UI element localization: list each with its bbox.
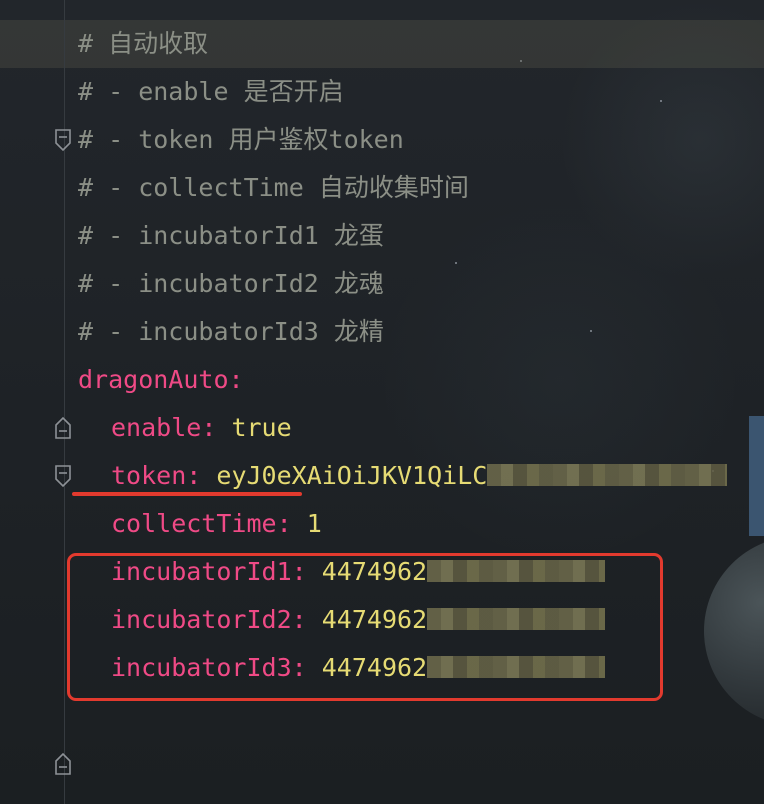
yaml-value-collect-time: 1 (306, 509, 322, 538)
comment-text: # - enable 是否开启 (78, 77, 344, 106)
code-line-comment[interactable]: # - incubatorId1 龙蛋 (0, 212, 764, 260)
yaml-colon: : (186, 461, 202, 490)
fold-open-icon[interactable] (54, 33, 72, 151)
code-editor[interactable]: # 自动收取 # - enable 是否开启 # - token 用户鉴权tok… (0, 0, 764, 804)
yaml-colon: : (228, 365, 244, 394)
red-box-annotation (67, 553, 663, 701)
fold-open-icon[interactable] (54, 369, 72, 487)
yaml-key-token: token (111, 461, 187, 490)
yaml-colon: : (276, 509, 292, 538)
comment-text: # 自动收取 (78, 29, 209, 58)
code-line-comment[interactable]: # - enable 是否开启 (0, 68, 764, 116)
yaml-root-key: dragonAuto (78, 365, 229, 394)
redacted-blur (487, 464, 728, 486)
code-line-comment[interactable]: # - collectTime 自动收集时间 (0, 164, 764, 212)
comment-text: # - incubatorId3 龙精 (78, 317, 384, 346)
yaml-value-enable: true (231, 413, 292, 442)
code-line-root-key[interactable]: dragonAuto: (0, 356, 764, 487)
code-line-comment[interactable]: # - incubatorId3 龙精 (0, 308, 764, 439)
code-line-comment[interactable]: # - incubatorId2 龙魂 (0, 260, 764, 308)
code-line-enable[interactable]: enable: true (0, 404, 764, 452)
yaml-key-collect-time: collectTime (111, 509, 277, 538)
yaml-colon: : (201, 413, 217, 442)
comment-text: # - collectTime 自动收集时间 (78, 173, 469, 202)
yaml-key-enable: enable (111, 413, 202, 442)
comment-text: # - incubatorId2 龙魂 (78, 269, 384, 298)
code-line-comment[interactable]: # - token 用户鉴权token (0, 116, 764, 164)
yaml-value-token: eyJ0eXAiOiJKV1QiLC (216, 461, 488, 490)
code-line-comment[interactable]: # 自动收取 (0, 20, 764, 151)
comment-text: # - token 用户鉴权token (78, 125, 404, 154)
red-underline-annotation (72, 492, 302, 496)
fold-close-icon[interactable] (54, 321, 72, 439)
code-line-collect-time[interactable]: collectTime: 1 (0, 500, 764, 548)
comment-text: # - incubatorId1 龙蛋 (78, 221, 384, 250)
